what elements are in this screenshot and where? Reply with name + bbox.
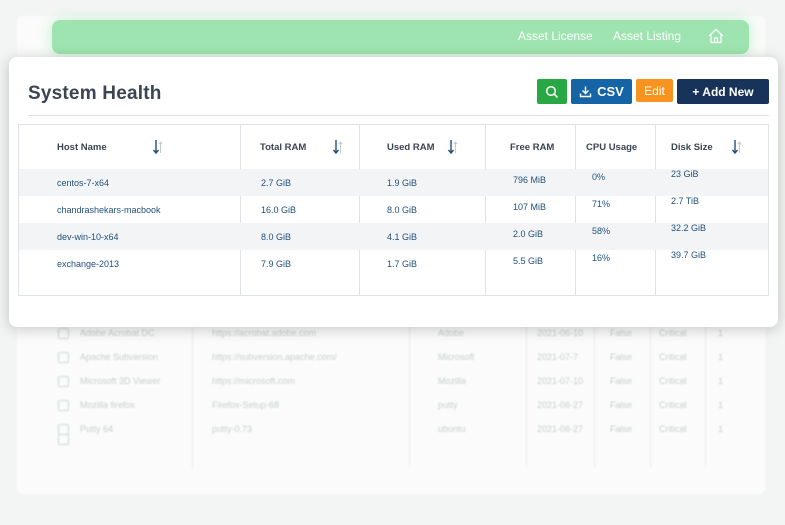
asset-url: https://subversion.apache.com/ xyxy=(212,352,337,362)
asset-vendor: ubuntu xyxy=(438,424,466,434)
edit-button[interactable]: Edit xyxy=(636,79,673,102)
asset-url: https://microsoft.com xyxy=(212,376,296,386)
home-icon[interactable] xyxy=(707,27,725,45)
cell-disk-size: 39.7 GiB xyxy=(671,250,707,260)
asset-vendor: Mozilla xyxy=(438,376,467,386)
row-checkbox[interactable] xyxy=(58,352,69,363)
cell-total-ram: 2.7 GiB xyxy=(261,178,292,188)
asset-name: Adobe Acrobat DC xyxy=(80,328,155,338)
cell-host-name[interactable]: exchange-2013 xyxy=(57,259,119,269)
asset-date: 2021-06-10 xyxy=(537,328,584,338)
asset-status: Critical xyxy=(659,376,687,386)
asset-vendor: Adobe xyxy=(438,328,465,338)
cell-total-ram: 16.0 GiB xyxy=(261,205,297,215)
top-navigation-bar: Asset License Asset Listing xyxy=(52,20,749,54)
column-header-cpu-usage[interactable]: CPU Usage xyxy=(586,142,637,153)
cell-free-ram: 2.0 GiB xyxy=(513,229,544,239)
table-row[interactable]: dev-win-10-x64 8.0 GiB 4.1 GiB 2.0 GiB 5… xyxy=(19,223,768,250)
cell-used-ram: 1.9 GiB xyxy=(387,178,418,188)
sort-arrow-icon[interactable] xyxy=(447,139,458,155)
asset-name: Microsoft 3D Viewer xyxy=(80,376,161,386)
cell-total-ram: 7.9 GiB xyxy=(261,259,292,269)
table-row: Putty 64 putty-0.73 ubuntu 2021-06-27 Fa… xyxy=(42,418,744,442)
asset-count: 1 xyxy=(718,400,724,410)
asset-status: Critical xyxy=(659,400,687,410)
column-header-used-ram[interactable]: Used RAM xyxy=(387,142,435,153)
title-divider xyxy=(28,115,769,116)
cell-used-ram: 1.7 GiB xyxy=(387,259,418,269)
add-new-button[interactable]: + Add New xyxy=(677,79,769,104)
column-header-free-ram[interactable]: Free RAM xyxy=(510,142,554,153)
asset-status: Critical xyxy=(659,352,687,362)
table-row[interactable]: centos-7-x64 2.7 GiB 1.9 GiB 796 MiB 0% … xyxy=(19,169,768,196)
sort-arrow-icon[interactable] xyxy=(731,139,742,155)
background-asset-table: Adobe Acrobat DC https://acrobat.adobe.c… xyxy=(42,318,744,468)
asset-url: putty-0.73 xyxy=(212,424,253,434)
table-row[interactable]: chandrashekars-macbook 16.0 GiB 8.0 GiB … xyxy=(19,196,768,223)
column-header-disk-size[interactable]: Disk Size xyxy=(671,142,713,153)
sort-arrow-icon[interactable] xyxy=(332,139,343,155)
cell-host-name[interactable]: chandrashekars-macbook xyxy=(57,205,161,215)
cell-cpu-usage: 0% xyxy=(592,172,606,182)
search-icon xyxy=(545,85,559,98)
table-row: Apache Subversion https://subversion.apa… xyxy=(42,346,744,370)
asset-flag: False xyxy=(610,328,633,338)
asset-flag: False xyxy=(610,424,633,434)
asset-date: 2021-06-27 xyxy=(537,424,584,434)
asset-count: 1 xyxy=(718,328,724,338)
asset-name: Apache Subversion xyxy=(80,352,159,362)
asset-url: Firefox-Setup-68 xyxy=(212,400,280,410)
asset-date: 2021-06-27 xyxy=(537,400,584,410)
asset-count: 1 xyxy=(718,424,724,434)
cell-total-ram: 8.0 GiB xyxy=(261,232,292,242)
asset-url: https://acrobat.adobe.com xyxy=(212,328,317,338)
cell-cpu-usage: 58% xyxy=(592,226,611,236)
asset-flag: False xyxy=(610,376,633,386)
table-row[interactable]: exchange-2013 7.9 GiB 1.7 GiB 5.5 GiB 16… xyxy=(19,250,768,277)
download-icon xyxy=(579,86,592,98)
nav-link-asset-license[interactable]: Asset License xyxy=(518,29,593,43)
cell-used-ram: 4.1 GiB xyxy=(387,232,418,242)
cell-cpu-usage: 16% xyxy=(592,253,611,263)
cell-disk-size: 32.2 GiB xyxy=(671,223,707,233)
cell-free-ram: 107 MiB xyxy=(513,202,547,212)
table-row: Mozilla firefox Firefox-Setup-68 putty 2… xyxy=(42,394,744,418)
asset-vendor: Microsoft xyxy=(438,352,475,362)
asset-date: 2021-07-10 xyxy=(537,376,584,386)
system-health-table: Host Name Total RAM Used RAM Free RAM CP… xyxy=(18,124,769,296)
asset-count: 1 xyxy=(718,376,724,386)
cell-disk-size: 2.7 TiB xyxy=(671,196,700,206)
cell-free-ram: 796 MiB xyxy=(513,175,547,185)
asset-flag: False xyxy=(610,400,633,410)
cell-disk-size: 23 GiB xyxy=(671,169,699,179)
row-checkbox[interactable] xyxy=(58,328,69,339)
asset-vendor: putty xyxy=(438,400,458,410)
column-header-host-name[interactable]: Host Name xyxy=(57,142,107,153)
row-checkbox[interactable] xyxy=(58,376,69,387)
cell-cpu-usage: 71% xyxy=(592,199,611,209)
sort-arrow-icon[interactable] xyxy=(152,139,163,155)
asset-status: Critical xyxy=(659,328,687,338)
nav-link-asset-listing[interactable]: Asset Listing xyxy=(613,29,681,43)
table-row: Microsoft 3D Viewer https://microsoft.co… xyxy=(42,370,744,394)
row-checkbox[interactable] xyxy=(58,434,69,445)
column-header-total-ram[interactable]: Total RAM xyxy=(260,142,306,153)
csv-label: CSV xyxy=(597,84,624,99)
cell-host-name[interactable]: centos-7-x64 xyxy=(57,178,109,188)
card-toolbar: CSV Edit + Add New xyxy=(537,79,769,104)
cell-used-ram: 8.0 GiB xyxy=(387,205,418,215)
system-health-card: System Health CSV Edit + Add New Host Na… xyxy=(9,57,778,327)
asset-status: Critical xyxy=(659,424,687,434)
search-button[interactable] xyxy=(537,79,567,104)
asset-count: 1 xyxy=(718,352,724,362)
asset-name: Putty 64 xyxy=(80,424,114,434)
cell-free-ram: 5.5 GiB xyxy=(513,256,544,266)
row-checkbox[interactable] xyxy=(58,400,69,411)
cell-host-name[interactable]: dev-win-10-x64 xyxy=(57,232,119,242)
page-title: System Health xyxy=(28,83,162,104)
asset-name: Mozilla firefox xyxy=(80,400,136,410)
asset-date: 2021-07-7 xyxy=(537,352,579,362)
export-csv-button[interactable]: CSV xyxy=(571,79,632,104)
asset-flag: False xyxy=(610,352,633,362)
